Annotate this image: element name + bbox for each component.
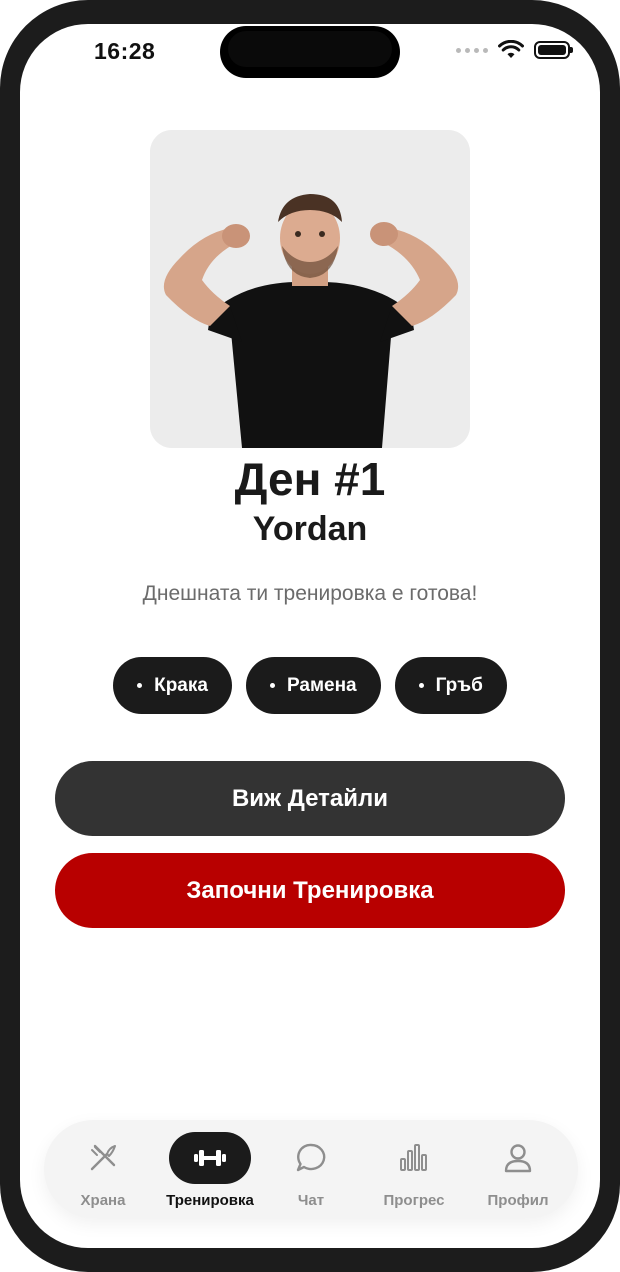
tab-food[interactable]: Храна <box>58 1120 148 1218</box>
tag-label: Рамена <box>286 674 357 696</box>
tab-label: Профил <box>487 1192 549 1209</box>
tab-workout[interactable]: Тренировка <box>150 1120 270 1218</box>
fork-knife-icon <box>90 1144 116 1171</box>
dumbbell-icon <box>194 1150 226 1166</box>
muscle-group-tags: Крака Рамена Гръб <box>20 657 600 714</box>
tab-label: Храна <box>80 1192 126 1209</box>
tab-profile[interactable]: Профил <box>468 1120 568 1218</box>
user-name: Yordan <box>252 510 368 548</box>
tab-label: Прогрес <box>383 1192 445 1209</box>
bullet-icon <box>137 683 143 688</box>
person-icon <box>504 1144 532 1173</box>
bar-chart-icon <box>400 1144 427 1171</box>
app-screen: 16:28 Ден #1 Yordan Днешната ти трениров… <box>20 24 600 1248</box>
bullet-icon <box>418 683 424 688</box>
status-icons <box>456 40 573 60</box>
start-workout-button[interactable]: Започни Тренировка <box>55 853 565 928</box>
tag-back[interactable]: Гръб <box>394 657 507 714</box>
dynamic-island <box>220 26 400 78</box>
phone-frame: 16:28 Ден #1 Yordan Днешната ти трениров… <box>0 0 620 1272</box>
day-title: Ден #1 <box>234 453 386 505</box>
tag-shoulders[interactable]: Рамена <box>245 657 381 714</box>
chat-bubble-icon <box>296 1143 326 1172</box>
tab-label: Тренировка <box>166 1192 254 1209</box>
tab-label: Чат <box>297 1192 325 1209</box>
bullet-icon <box>269 683 275 688</box>
view-details-button[interactable]: Виж Детайли <box>55 761 565 836</box>
battery-icon <box>534 41 573 59</box>
tab-progress[interactable]: Прогрес <box>364 1120 464 1218</box>
wifi-icon <box>498 40 524 58</box>
workout-ready-subtitle: Днешната ти тренировка е готова! <box>142 582 478 605</box>
tab-chat[interactable]: Чат <box>266 1120 356 1218</box>
tag-label: Крака <box>154 674 208 696</box>
signal-icon <box>456 47 488 53</box>
status-time: 16:28 <box>94 38 156 64</box>
workout-hero-image <box>150 130 470 448</box>
tag-legs[interactable]: Крака <box>113 657 232 714</box>
bottom-tab-bar: Храна Тренировка Чат Прогрес Профил <box>44 1120 578 1218</box>
tag-label: Гръб <box>435 674 483 696</box>
